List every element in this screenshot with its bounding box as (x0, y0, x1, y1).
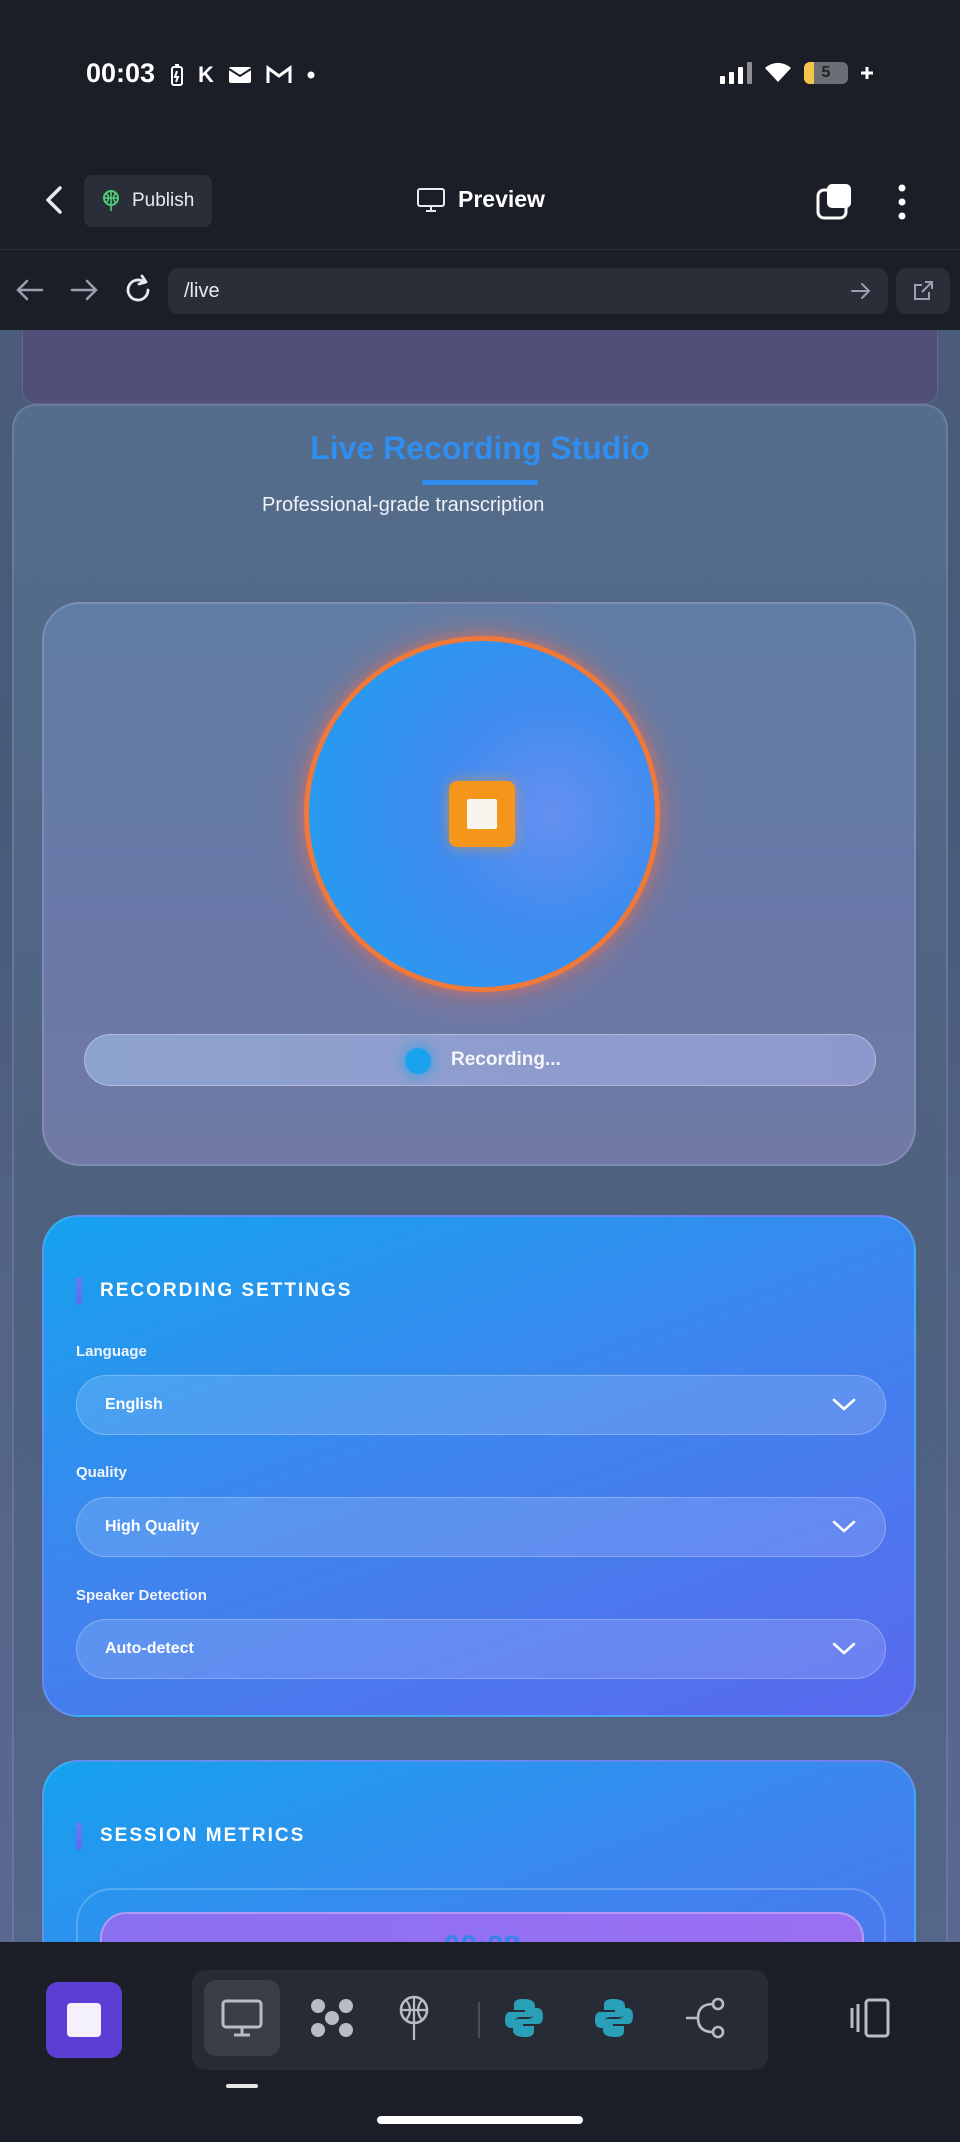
url-text: /live (184, 279, 220, 302)
recording-status-text: Recording... (451, 1049, 561, 1070)
settings-heading: RECORDING SETTINGS (76, 1277, 352, 1305)
go-arrow-icon[interactable] (850, 281, 872, 301)
python-icon (595, 1999, 633, 2037)
chevron-down-icon (832, 1398, 856, 1411)
page-viewport: Live Recording Studio Professional-grade… (0, 330, 960, 1942)
deploy-tab[interactable] (376, 1980, 452, 2056)
page-title: Live Recording Studio (310, 430, 650, 466)
deploy-icon (399, 1995, 429, 2040)
session-timer: 00:08 (102, 1930, 862, 1942)
more-vertical-icon[interactable] (888, 182, 916, 222)
stop-app-button[interactable] (46, 1982, 122, 2058)
chevron-down-icon (832, 1642, 856, 1655)
quality-select[interactable]: High Quality (76, 1497, 886, 1557)
system-indicators: 5 (720, 62, 874, 84)
open-external-button[interactable] (896, 268, 950, 314)
preview-label: Preview (458, 186, 545, 212)
header-strip (22, 330, 938, 404)
workflows-tab[interactable] (294, 1980, 370, 2056)
session-metrics-card: SESSION METRICS 00:08 (42, 1760, 916, 1942)
browser-back-icon[interactable] (12, 272, 48, 308)
gmail-icon (266, 65, 292, 83)
chevron-down-icon (832, 1520, 856, 1533)
clock: 00:03 (86, 58, 156, 88)
recording-status-pill: Recording... (84, 1034, 876, 1086)
home-indicator[interactable] (377, 2116, 583, 2124)
publish-button[interactable]: Publish (84, 175, 212, 227)
quality-label: Quality (76, 1464, 127, 1481)
title-underline (422, 480, 538, 485)
back-chevron-icon[interactable] (36, 180, 72, 220)
battery-icon: 5 (804, 62, 848, 84)
tabs-icon[interactable] (815, 182, 855, 222)
app-header: Publish Preview (0, 150, 960, 250)
workflows-icon (311, 1999, 353, 2037)
charging-plus-icon (861, 67, 873, 79)
publish-icon (103, 190, 119, 211)
external-link-icon (914, 281, 933, 300)
tool-tray (192, 1970, 768, 2070)
battery-saver-icon (171, 64, 183, 86)
monitor-icon (221, 1999, 263, 2037)
system-status-bar: 00:03 K 5 (0, 0, 960, 150)
tray-separator (478, 2002, 480, 2038)
language-label: Language (76, 1343, 147, 1360)
language-value: English (105, 1396, 163, 1413)
browser-forward-icon[interactable] (66, 272, 102, 308)
signal-icon (720, 62, 752, 84)
recording-indicator-dot (405, 1048, 431, 1074)
k-icon: K (198, 62, 214, 87)
git-tab[interactable] (668, 1980, 744, 2056)
metrics-container: 00:08 (76, 1888, 886, 1942)
heading-accent-bar (76, 1822, 82, 1850)
preview-title[interactable]: Preview (416, 186, 545, 213)
active-tab-underline (226, 2084, 258, 2088)
python-tab-2[interactable] (576, 1980, 652, 2056)
record-toggle-button[interactable] (304, 636, 660, 992)
python-icon (505, 1999, 543, 2037)
settings-heading-text: RECORDING SETTINGS (100, 1280, 353, 1301)
speaker-detection-label: Speaker Detection (76, 1587, 207, 1604)
monitor-icon (417, 187, 445, 212)
mail-icon (228, 67, 252, 83)
dot-icon (307, 71, 315, 79)
recorder-card: Recording... (42, 602, 916, 1166)
heading-accent-bar (76, 1277, 82, 1305)
stop-icon (449, 781, 515, 847)
notification-icons: K (170, 62, 316, 88)
language-select[interactable]: English (76, 1375, 886, 1435)
app-root: { "status_bar": { "time": "00:03", "icon… (0, 0, 960, 2142)
quality-value: High Quality (105, 1518, 200, 1535)
metrics-heading-text: SESSION METRICS (100, 1825, 306, 1846)
reload-icon[interactable] (120, 272, 156, 308)
side-panel-icon[interactable] (848, 1994, 896, 2042)
recording-settings-card: RECORDING SETTINGS Language English Qual… (42, 1215, 916, 1717)
wifi-icon (765, 62, 791, 82)
publish-label: Publish (132, 190, 195, 211)
page-subtitle: Professional-grade transcription (262, 494, 545, 516)
session-timer-box: 00:08 (100, 1912, 864, 1942)
webview-tab[interactable] (204, 1980, 280, 2056)
stop-square-icon (67, 2003, 101, 2037)
metrics-heading: SESSION METRICS (76, 1822, 305, 1850)
speaker-detection-select[interactable]: Auto-detect (76, 1619, 886, 1679)
git-branch-icon (686, 1997, 725, 2039)
bottom-dock (0, 1942, 960, 2142)
python-tab-1[interactable] (486, 1980, 562, 2056)
browser-toolbar: /live (0, 250, 960, 330)
speaker-detection-value: Auto-detect (105, 1640, 194, 1657)
url-input[interactable]: /live (168, 268, 888, 314)
